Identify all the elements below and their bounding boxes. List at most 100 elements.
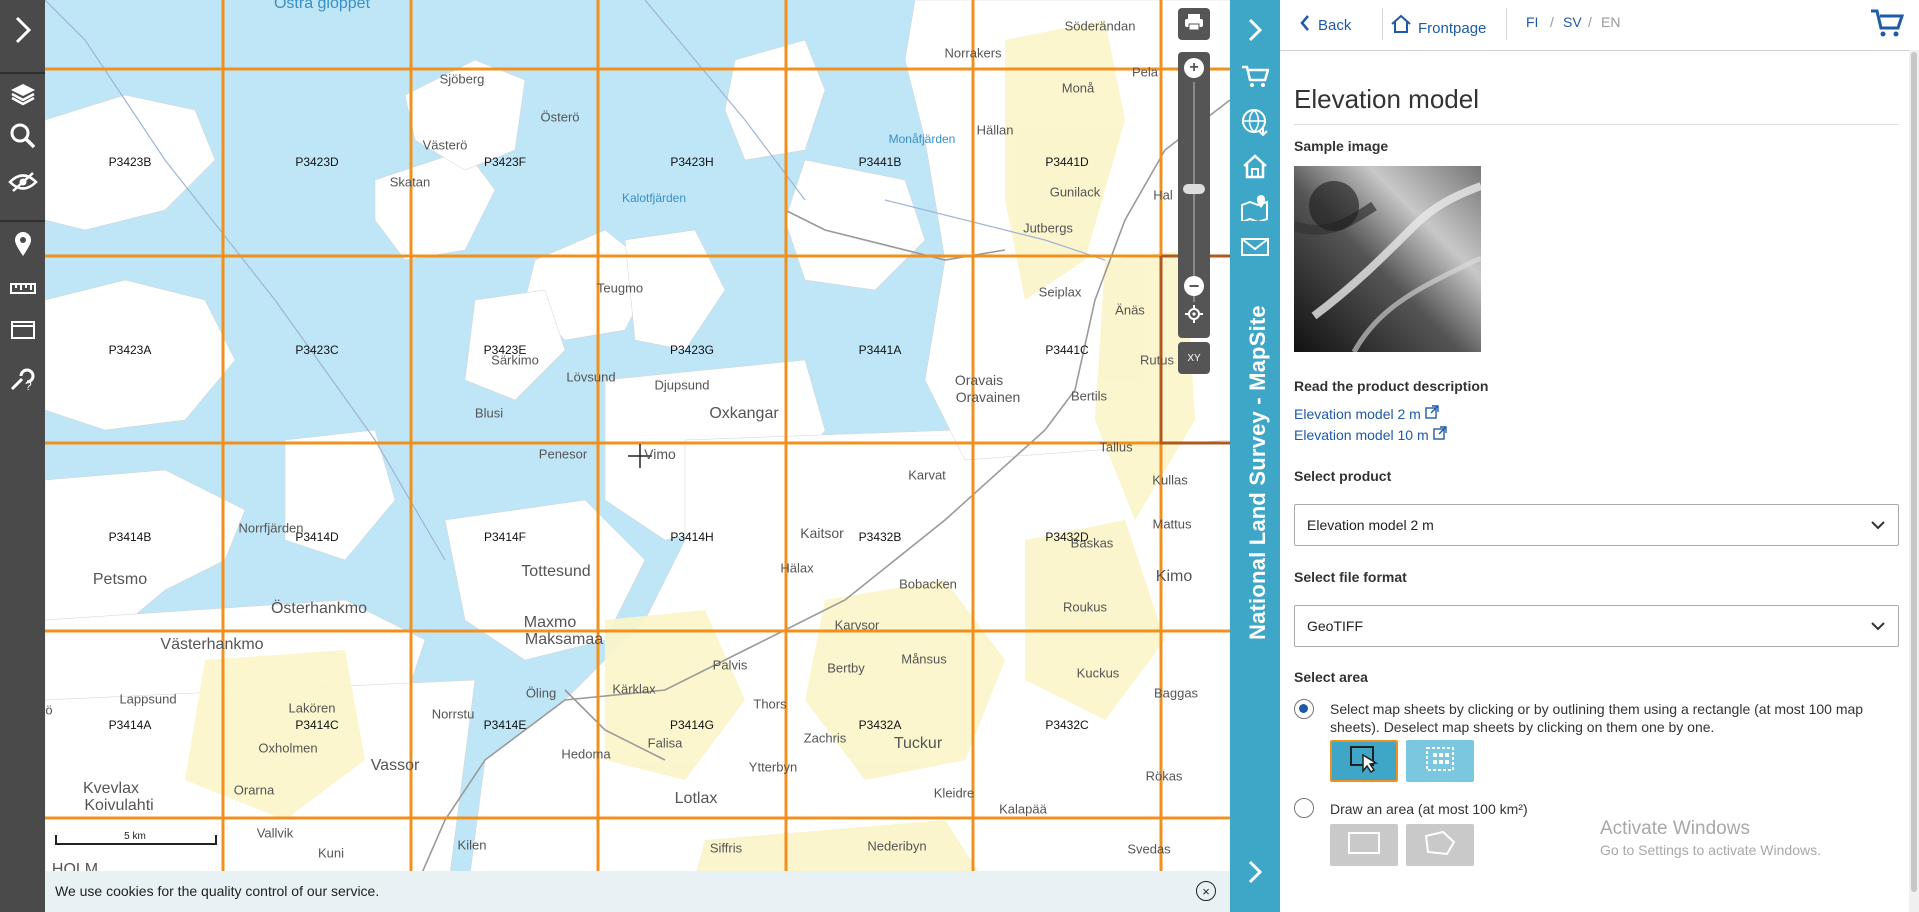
measure-button[interactable]	[0, 272, 45, 308]
eye-off-icon	[7, 171, 38, 198]
help-tools-icon: ?	[9, 364, 37, 397]
external-link-icon	[1425, 405, 1439, 422]
envelope-icon	[1240, 237, 1270, 262]
place-label: Lakören	[288, 700, 336, 716]
print-button[interactable]	[1178, 8, 1210, 40]
place-label: Vallvik	[256, 825, 294, 841]
place-label: Bobacken	[899, 576, 957, 592]
page-title: Elevation model	[1294, 84, 1479, 114]
place-label: Mattus	[1152, 516, 1192, 532]
product-select[interactable]: Elevation model 2 m	[1294, 504, 1899, 546]
zoom-out-button[interactable]: −	[1184, 276, 1204, 296]
grid-select-icon	[1425, 746, 1455, 777]
place-marker-button[interactable]	[0, 226, 45, 266]
zoom-slider[interactable]: + −	[1178, 52, 1210, 338]
expand-side-button[interactable]	[1230, 856, 1280, 892]
globe-download-icon	[1241, 108, 1269, 141]
sheet-label: P3414H	[670, 530, 714, 544]
place-label: Pela	[1131, 64, 1159, 80]
cookie-close-button[interactable]: ×	[1196, 881, 1216, 901]
place-label: Västerö	[422, 137, 468, 153]
read-description-heading: Read the product description	[1294, 378, 1489, 394]
cart-button[interactable]	[1870, 8, 1905, 43]
map-view[interactable]: P3423B P3423D P3423F P3423H P3441B P3441…	[45, 0, 1230, 912]
place-label: Monå	[1061, 80, 1095, 96]
zoom-in-button[interactable]: +	[1184, 58, 1204, 78]
lang-separator: /	[1588, 14, 1592, 30]
place-label: Oxholmen	[258, 740, 318, 756]
place-label: Månsus	[901, 651, 947, 667]
place-label: Kilen	[457, 837, 487, 853]
lang-sv[interactable]: SV	[1563, 14, 1582, 30]
click-select-tool-button[interactable]	[1330, 740, 1398, 782]
place-label: Västerhankmo	[160, 636, 264, 653]
polygon-icon	[1423, 830, 1457, 861]
place-label: Zachris	[803, 730, 847, 746]
place-label: Orarna	[233, 782, 275, 798]
zoom-handle[interactable]	[1183, 184, 1205, 194]
sheet-label: P3423C	[295, 343, 339, 357]
home-tab[interactable]	[1230, 150, 1280, 186]
cart-icon	[1870, 9, 1905, 42]
cookie-banner: We use cookies for the quality control o…	[45, 871, 1230, 912]
back-link[interactable]: Back	[1300, 14, 1351, 36]
map-pin-icon	[1240, 194, 1270, 226]
place-label: Öling	[525, 685, 557, 701]
place-label: Oravainen	[955, 389, 1021, 405]
draw-polygon-button[interactable]	[1406, 824, 1474, 866]
place-label: Karvat	[908, 467, 946, 483]
close-icon: ×	[1202, 883, 1210, 899]
place-label: Gunilack	[1049, 184, 1101, 200]
draw-rectangle-button[interactable]	[1330, 824, 1398, 866]
product-panel: Back Frontpage FI / SV / EN Elevation mo…	[1280, 0, 1919, 912]
help-button[interactable]: ?	[0, 360, 45, 400]
place-label: Norrstu	[431, 706, 475, 722]
frontpage-link[interactable]: Frontpage	[1390, 14, 1486, 38]
place-label: Karvsor	[834, 617, 880, 633]
minus-icon: −	[1188, 276, 1200, 296]
place-label: Tuckur	[893, 735, 943, 752]
chevron-right-icon	[13, 16, 33, 49]
draw-area-radio[interactable]	[1294, 798, 1314, 818]
layers-button[interactable]	[0, 76, 45, 116]
place-label: Norrfjärden	[238, 520, 304, 536]
sheet-label: P3414A	[108, 718, 152, 732]
locate-button[interactable]	[1184, 304, 1204, 328]
elevation-2m-link[interactable]: Elevation model 2 m	[1294, 405, 1439, 422]
search-button[interactable]	[0, 118, 45, 158]
collapse-panel-button[interactable]	[1230, 14, 1280, 50]
lang-en[interactable]: EN	[1601, 14, 1620, 30]
format-select[interactable]: GeoTIFF	[1294, 605, 1899, 647]
cart-tab[interactable]	[1230, 60, 1280, 96]
map-pin-icon	[13, 231, 33, 262]
place-label: Kvevlax	[82, 780, 140, 797]
lang-fi[interactable]: FI	[1526, 14, 1538, 30]
crosshair-icon	[1185, 304, 1203, 328]
windows-activation-watermark: Activate Windows Go to Settings to activ…	[1600, 818, 1821, 858]
place-label: Österhankmo	[270, 600, 368, 617]
sheet-label: P3423H	[670, 155, 714, 169]
sheet-label: P3414F	[483, 530, 527, 544]
expand-menu-button[interactable]	[0, 8, 45, 56]
coordinate-button[interactable]: XY	[1178, 342, 1210, 374]
panel-scrollbar[interactable]	[1909, 50, 1919, 912]
place-label: Kimo	[1155, 568, 1193, 585]
download-tab[interactable]	[1230, 106, 1280, 142]
select-sheets-radio[interactable]	[1294, 699, 1314, 719]
place-label: Bertils	[1070, 388, 1108, 404]
elevation-10m-link[interactable]: Elevation model 10 m	[1294, 426, 1447, 443]
rectangle-select-tool-button[interactable]	[1406, 740, 1474, 782]
place-label: Särkimo	[491, 352, 539, 368]
place-label: Söderändan	[1064, 18, 1136, 34]
hide-layers-button[interactable]	[0, 164, 45, 204]
map-location-tab[interactable]	[1230, 192, 1280, 228]
feedback-tab[interactable]	[1230, 234, 1280, 264]
chevron-down-icon	[1870, 618, 1886, 636]
place-label: Falisa	[647, 735, 683, 751]
sample-image-heading: Sample image	[1294, 138, 1389, 154]
print-area-button[interactable]	[0, 314, 45, 350]
external-link-icon	[1432, 426, 1447, 443]
panel-top-bar: Back Frontpage FI / SV / EN	[1280, 0, 1919, 51]
coordinate-label: XY	[1187, 352, 1201, 364]
place-label: Skatan	[389, 174, 431, 190]
